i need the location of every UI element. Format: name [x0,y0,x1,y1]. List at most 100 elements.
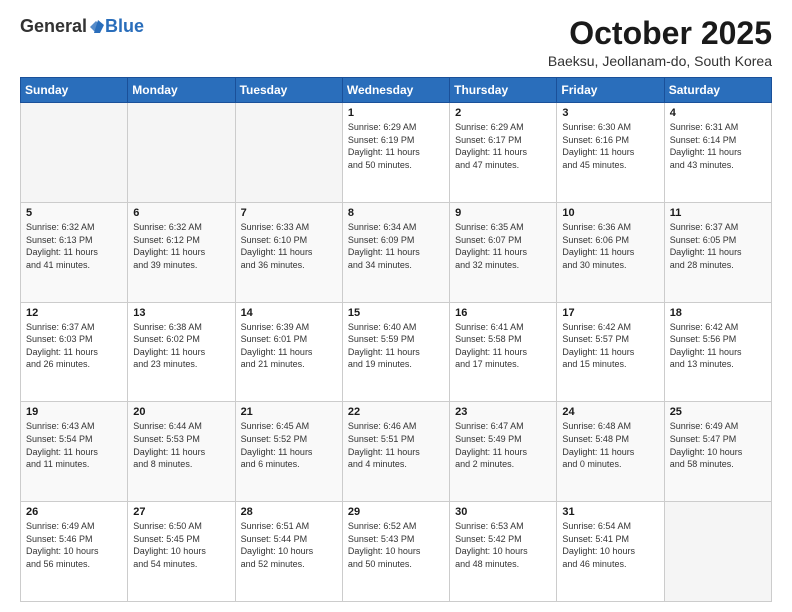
calendar-cell [21,103,128,203]
day-info: Sunrise: 6:29 AM Sunset: 6:17 PM Dayligh… [455,121,551,171]
calendar-table: SundayMondayTuesdayWednesdayThursdayFrid… [20,77,772,602]
calendar-cell: 13Sunrise: 6:38 AM Sunset: 6:02 PM Dayli… [128,302,235,402]
day-info: Sunrise: 6:34 AM Sunset: 6:09 PM Dayligh… [348,221,444,271]
day-info: Sunrise: 6:40 AM Sunset: 5:59 PM Dayligh… [348,321,444,371]
day-number: 16 [455,307,551,319]
day-number: 27 [133,506,229,518]
day-number: 11 [670,207,766,219]
calendar-cell [128,103,235,203]
day-header-friday: Friday [557,78,664,103]
calendar-cell: 6 Sunrise: 6:32 AM Sunset: 6:12 PM Daylig… [128,202,235,302]
day-info: Sunrise: 6:37 AM Sunset: 6:05 PM Dayligh… [670,221,766,271]
calendar-cell: 18 Sunrise: 6:42 AM Sunset: 5:56 PM Dayli… [664,302,771,402]
month-title: October 2025 [548,16,772,51]
day-header-wednesday: Wednesday [342,78,449,103]
calendar-cell: 31 Sunrise: 6:54 AM Sunset: 5:41 PM Dayli… [557,502,664,602]
calendar-cell: 9 Sunrise: 6:35 AM Sunset: 6:07 PM Daylig… [450,202,557,302]
day-info: Sunrise: 6:50 AM Sunset: 5:45 PM Dayligh… [133,520,229,570]
day-number: 17 [562,307,658,319]
title-block: October 2025 Baeksu, Jeollanam-do, South… [548,16,772,69]
day-number: 18 [670,307,766,319]
day-info: Sunrise: 6:47 AM Sunset: 5:49 PM Dayligh… [455,420,551,470]
calendar-cell: 22 Sunrise: 6:46 AM Sunset: 5:51 PM Dayli… [342,402,449,502]
calendar-cell: 25Sunrise: 6:49 AM Sunset: 5:47 PM Dayli… [664,402,771,502]
calendar-cell: 28Sunrise: 6:51 AM Sunset: 5:44 PM Dayli… [235,502,342,602]
calendar-cell: 15 Sunrise: 6:40 AM Sunset: 5:59 PM Dayli… [342,302,449,402]
day-info: Sunrise: 6:35 AM Sunset: 6:07 PM Dayligh… [455,221,551,271]
logo: General Blue [20,16,144,37]
calendar-cell: 14Sunrise: 6:39 AM Sunset: 6:01 PM Dayli… [235,302,342,402]
logo-blue: Blue [105,16,144,37]
day-number: 19 [26,406,122,418]
day-number: 4 [670,107,766,119]
day-number: 15 [348,307,444,319]
day-number: 30 [455,506,551,518]
day-info: Sunrise: 6:53 AM Sunset: 5:42 PM Dayligh… [455,520,551,570]
day-info: Sunrise: 6:48 AM Sunset: 5:48 PM Dayligh… [562,420,658,470]
calendar-cell: 19 Sunrise: 6:43 AM Sunset: 5:54 PM Dayli… [21,402,128,502]
calendar-cell: 7 Sunrise: 6:33 AM Sunset: 6:10 PM Daylig… [235,202,342,302]
day-info: Sunrise: 6:49 AM Sunset: 5:46 PM Dayligh… [26,520,122,570]
calendar-cell: 17 Sunrise: 6:42 AM Sunset: 5:57 PM Dayli… [557,302,664,402]
day-info: Sunrise: 6:44 AM Sunset: 5:53 PM Dayligh… [133,420,229,470]
location: Baeksu, Jeollanam-do, South Korea [548,53,772,69]
day-info: Sunrise: 6:39 AM Sunset: 6:01 PM Dayligh… [241,321,337,371]
day-info: Sunrise: 6:54 AM Sunset: 5:41 PM Dayligh… [562,520,658,570]
calendar-cell: 20 Sunrise: 6:44 AM Sunset: 5:53 PM Dayli… [128,402,235,502]
day-info: Sunrise: 6:37 AM Sunset: 6:03 PM Dayligh… [26,321,122,371]
day-info: Sunrise: 6:29 AM Sunset: 6:19 PM Dayligh… [348,121,444,171]
calendar-cell: 23 Sunrise: 6:47 AM Sunset: 5:49 PM Dayli… [450,402,557,502]
day-info: Sunrise: 6:41 AM Sunset: 5:58 PM Dayligh… [455,321,551,371]
header: General Blue October 2025 Baeksu, Jeolla… [20,16,772,69]
calendar-cell [664,502,771,602]
day-info: Sunrise: 6:42 AM Sunset: 5:57 PM Dayligh… [562,321,658,371]
day-info: Sunrise: 6:33 AM Sunset: 6:10 PM Dayligh… [241,221,337,271]
logo-general: General [20,16,87,37]
calendar-cell: 24Sunrise: 6:48 AM Sunset: 5:48 PM Dayli… [557,402,664,502]
calendar-cell: 29Sunrise: 6:52 AM Sunset: 5:43 PM Dayli… [342,502,449,602]
day-number: 22 [348,406,444,418]
day-number: 5 [26,207,122,219]
logo-text: General Blue [20,16,144,37]
day-info: Sunrise: 6:32 AM Sunset: 6:12 PM Dayligh… [133,221,229,271]
day-info: Sunrise: 6:36 AM Sunset: 6:06 PM Dayligh… [562,221,658,271]
calendar-cell: 26 Sunrise: 6:49 AM Sunset: 5:46 PM Dayli… [21,502,128,602]
calendar-cell: 4 Sunrise: 6:31 AM Sunset: 6:14 PM Daylig… [664,103,771,203]
day-number: 23 [455,406,551,418]
calendar-cell: 8 Sunrise: 6:34 AM Sunset: 6:09 PM Daylig… [342,202,449,302]
day-info: Sunrise: 6:31 AM Sunset: 6:14 PM Dayligh… [670,121,766,171]
day-number: 6 [133,207,229,219]
day-number: 1 [348,107,444,119]
calendar-cell: 16 Sunrise: 6:41 AM Sunset: 5:58 PM Dayli… [450,302,557,402]
day-number: 9 [455,207,551,219]
calendar-cell: 21Sunrise: 6:45 AM Sunset: 5:52 PM Dayli… [235,402,342,502]
day-number: 2 [455,107,551,119]
calendar-cell: 11 Sunrise: 6:37 AM Sunset: 6:05 PM Dayli… [664,202,771,302]
page: General Blue October 2025 Baeksu, Jeolla… [0,0,792,612]
day-header-saturday: Saturday [664,78,771,103]
day-number: 31 [562,506,658,518]
calendar-cell: 12 Sunrise: 6:37 AM Sunset: 6:03 PM Dayli… [21,302,128,402]
day-header-sunday: Sunday [21,78,128,103]
calendar-cell: 3Sunrise: 6:30 AM Sunset: 6:16 PM Daylig… [557,103,664,203]
calendar-cell [235,103,342,203]
day-info: Sunrise: 6:43 AM Sunset: 5:54 PM Dayligh… [26,420,122,470]
day-number: 10 [562,207,658,219]
day-header-thursday: Thursday [450,78,557,103]
day-header-tuesday: Tuesday [235,78,342,103]
day-info: Sunrise: 6:45 AM Sunset: 5:52 PM Dayligh… [241,420,337,470]
day-info: Sunrise: 6:32 AM Sunset: 6:13 PM Dayligh… [26,221,122,271]
day-number: 7 [241,207,337,219]
calendar-cell: 5 Sunrise: 6:32 AM Sunset: 6:13 PM Daylig… [21,202,128,302]
day-number: 26 [26,506,122,518]
logo-icon [88,19,104,35]
calendar-cell: 30 Sunrise: 6:53 AM Sunset: 5:42 PM Dayli… [450,502,557,602]
day-number: 12 [26,307,122,319]
day-number: 29 [348,506,444,518]
day-info: Sunrise: 6:46 AM Sunset: 5:51 PM Dayligh… [348,420,444,470]
day-number: 8 [348,207,444,219]
day-info: Sunrise: 6:42 AM Sunset: 5:56 PM Dayligh… [670,321,766,371]
calendar-cell: 10 Sunrise: 6:36 AM Sunset: 6:06 PM Dayli… [557,202,664,302]
day-number: 28 [241,506,337,518]
day-number: 20 [133,406,229,418]
